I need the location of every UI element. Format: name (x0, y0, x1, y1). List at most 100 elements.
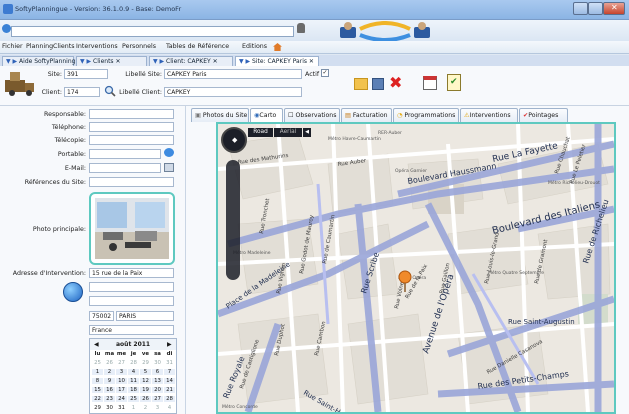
portable-field[interactable] (89, 149, 161, 159)
map-canvas[interactable]: Rue La Fayette Boulevard Haussmann Boule… (218, 124, 614, 412)
calendar-day[interactable]: 3 (116, 369, 127, 375)
calendar-day[interactable]: 25 (128, 396, 139, 402)
calendar-day[interactable]: 8 (92, 378, 103, 384)
calendar-day[interactable]: 2 (140, 405, 151, 411)
calendar-day[interactable]: 26 (140, 396, 151, 402)
libelle-site-field[interactable]: CAPKEY Paris (164, 69, 302, 79)
map-zoom-slider[interactable] (226, 160, 240, 280)
calendar-day[interactable]: 21 (164, 387, 175, 393)
tab-site-capkey[interactable]: ▼ ▶ Site: CAPKEY Paris ✕ (235, 56, 319, 66)
calendar-day[interactable]: 5 (140, 369, 151, 375)
save-icon[interactable] (372, 78, 384, 90)
map-navigation-control[interactable]: ◆ (221, 127, 247, 153)
search-combo[interactable] (11, 26, 294, 37)
calendar-day[interactable]: 24 (116, 396, 127, 402)
calendar-day[interactable]: 11 (128, 378, 139, 384)
mail-icon[interactable] (164, 163, 174, 172)
references-field[interactable] (89, 177, 174, 187)
minimize-button[interactable] (573, 2, 588, 15)
calendar-day[interactable]: 2 (104, 369, 115, 375)
menu-interventions[interactable]: Interventions (76, 43, 118, 50)
checklist-icon[interactable]: ✔ (447, 74, 461, 91)
prev-month-button[interactable]: ◀ (94, 341, 99, 348)
calendar-day[interactable]: 30 (104, 405, 115, 411)
postal-code-field[interactable]: 75002 (89, 311, 114, 321)
aerial-button[interactable]: Aerial (274, 128, 302, 137)
map-view[interactable]: Rue La Fayette Boulevard Haussmann Boule… (216, 122, 616, 414)
calendar-day[interactable]: 31 (116, 405, 127, 411)
globe-icon[interactable] (2, 24, 11, 33)
calendar-day[interactable]: 28 (128, 360, 139, 366)
folder-icon[interactable] (354, 78, 368, 90)
client-field[interactable]: 174 (64, 87, 100, 97)
calendar-day[interactable]: 4 (128, 369, 139, 375)
calendar-day[interactable]: 19 (140, 387, 151, 393)
calendar-day[interactable]: 14 (164, 378, 175, 384)
sync-users-icon[interactable] (338, 21, 434, 42)
calendar-day[interactable]: 28 (164, 396, 175, 402)
calendar-day[interactable]: 6 (152, 369, 163, 375)
site-photo[interactable] (89, 192, 175, 265)
calendar-day[interactable]: 22 (92, 396, 103, 402)
road-button[interactable]: Road (248, 128, 273, 137)
adresse-field-2[interactable] (89, 282, 174, 292)
calendar-day[interactable]: 10 (116, 378, 127, 384)
country-field[interactable]: France (89, 325, 174, 335)
bell-icon[interactable] (297, 23, 305, 33)
adresse-field-3[interactable] (89, 296, 174, 306)
calendar-day[interactable]: 25 (92, 360, 103, 366)
menu-fichier[interactable]: Fichier (2, 43, 23, 50)
calendar-day[interactable]: 27 (116, 360, 127, 366)
libelle-client-field[interactable]: CAPKEY (164, 87, 302, 97)
calendar-icon[interactable] (423, 76, 437, 90)
calendar-day[interactable]: 15 (92, 387, 103, 393)
calendar-day[interactable]: 30 (152, 360, 163, 366)
telephone-field[interactable] (89, 122, 174, 132)
menu-editions[interactable]: Editions (242, 43, 267, 50)
calendar-day[interactable]: 7 (164, 369, 175, 375)
responsable-field[interactable] (89, 109, 174, 119)
calendar-day[interactable]: 1 (128, 405, 139, 411)
next-month-button[interactable]: ▶ (167, 341, 172, 348)
calendar-day[interactable]: 29 (92, 405, 103, 411)
calendar-day[interactable]: 16 (104, 387, 115, 393)
calendar-day[interactable]: 12 (140, 378, 151, 384)
tab-interventions[interactable]: ⚠Interventions (460, 108, 518, 122)
search-icon[interactable] (104, 85, 116, 97)
menu-clients[interactable]: Clients (53, 43, 75, 50)
tab-observations[interactable]: ☐ Observations (284, 108, 340, 122)
calendar-day[interactable]: 20 (152, 387, 163, 393)
telecopie-field[interactable] (89, 135, 174, 145)
menu-personnels[interactable]: Personnels (122, 43, 156, 50)
actif-checkbox[interactable]: ✓ (321, 69, 329, 77)
calendar-day[interactable]: 17 (116, 387, 127, 393)
calendar-day[interactable]: 31 (164, 360, 175, 366)
calendar-day[interactable]: 13 (152, 378, 163, 384)
delete-icon[interactable]: ✖ (389, 75, 402, 91)
calendar-day[interactable]: 9 (104, 378, 115, 384)
menu-tables[interactable]: Tables de Référence (166, 43, 229, 50)
tab-clients[interactable]: ▼ ▶ Clients ✕ (76, 56, 147, 66)
tab-aide[interactable]: ▼ ▶ Aide SoftyPlanning ✕ (2, 56, 82, 66)
maximize-button[interactable] (588, 2, 603, 15)
calendar-day[interactable]: 18 (128, 387, 139, 393)
close-button[interactable]: ✕ (603, 2, 625, 15)
city-field[interactable]: PARIS (116, 311, 174, 321)
chat-icon[interactable] (164, 148, 174, 157)
tab-facturation[interactable]: ▤ Facturation (341, 108, 392, 122)
tab-programmations[interactable]: ◔ Programmations (393, 108, 459, 122)
map-collapse-icon[interactable]: ◀ (303, 128, 311, 137)
tab-carto[interactable]: ◉Carto (250, 108, 283, 122)
calendar-day[interactable]: 27 (152, 396, 163, 402)
tab-client-capkey[interactable]: ▼ ▶ Client: CAPKEY ✕ (149, 56, 233, 66)
tab-photos-du-site[interactable]: ▣ Photos du Site (191, 108, 249, 122)
calendar-day[interactable]: 1 (92, 369, 103, 375)
calendar-day[interactable]: 4 (164, 405, 175, 411)
menu-planning[interactable]: Planning (26, 43, 53, 50)
calendar-day[interactable]: 3 (152, 405, 163, 411)
calendar-day[interactable]: 29 (140, 360, 151, 366)
email-field[interactable] (89, 163, 161, 173)
calendar-day[interactable]: 23 (104, 396, 115, 402)
tab-pointages[interactable]: ✔Pointages (519, 108, 568, 122)
calendar-day[interactable]: 26 (104, 360, 115, 366)
